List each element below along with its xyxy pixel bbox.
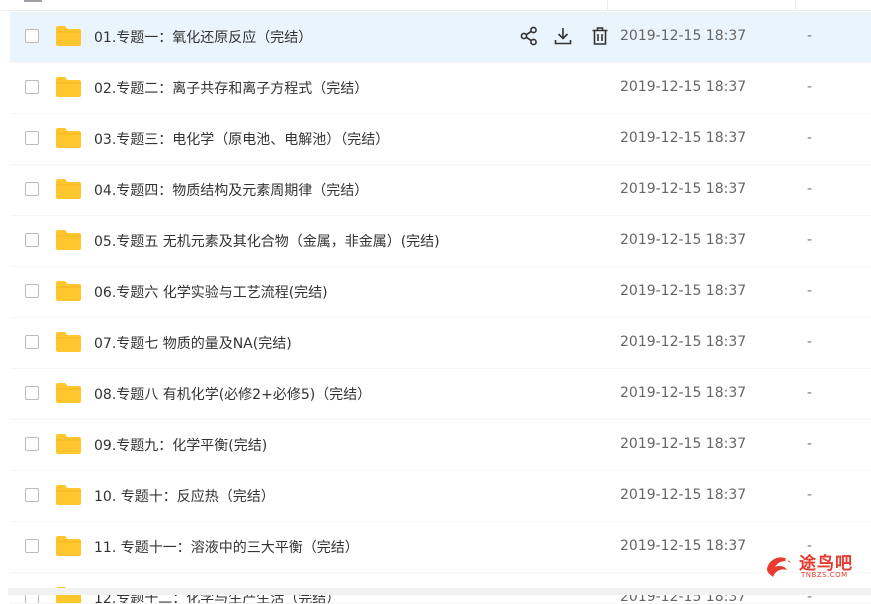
row-checkbox[interactable] [25, 386, 39, 400]
table-header-remnant [0, 0, 871, 11]
row-checkbox[interactable] [25, 437, 39, 451]
watermark-subtext: TNBZS.COM [801, 571, 848, 579]
file-row[interactable]: 02.专题二：离子共存和离子方程式（完结） 2019-12-15 18:37 - [10, 63, 871, 114]
folder-icon [55, 127, 82, 149]
file-name-link[interactable]: 09.专题九：化学平衡(完结) [94, 435, 267, 455]
file-size: - [807, 283, 813, 299]
file-row[interactable]: 09.专题九：化学平衡(完结) 2019-12-15 18:37 - [10, 420, 871, 471]
folder-icon [55, 331, 82, 353]
file-size: - [807, 334, 813, 350]
file-row[interactable]: 07.专题七 物质的量及NA(完结) 2019-12-15 18:37 - [10, 318, 871, 369]
horizontal-scrollbar[interactable] [8, 588, 871, 595]
row-checkbox[interactable] [25, 29, 39, 43]
modified-date: 2019-12-15 18:37 [620, 181, 747, 197]
column-divider [607, 0, 608, 10]
modified-date: 2019-12-15 18:37 [620, 130, 747, 146]
file-name-link[interactable]: 07.专题七 物质的量及NA(完结) [94, 333, 292, 353]
modified-date: 2019-12-15 18:37 [620, 538, 747, 554]
row-checkbox[interactable] [25, 335, 39, 349]
row-checkbox[interactable] [25, 131, 39, 145]
modified-date: 2019-12-15 18:37 [620, 79, 747, 95]
share-icon[interactable] [518, 25, 540, 47]
folder-icon [55, 25, 82, 47]
folder-icon [55, 229, 82, 251]
file-row[interactable]: 11. 专题十一：溶液中的三大平衡（完结） 2019-12-15 18:37- [10, 522, 871, 573]
file-name-link[interactable]: 03.专题三：电化学（原电池、电解池）（完结） [94, 129, 389, 149]
row-checkbox[interactable] [25, 80, 39, 94]
column-divider [795, 0, 796, 10]
row-actions [510, 25, 610, 49]
file-row[interactable]: 04.专题四：物质结构及元素周期律（完结） 2019-12-15 18:37 - [10, 165, 871, 216]
file-size: - [807, 181, 813, 197]
file-name-link[interactable]: 05.专题五 无机元素及其化合物（金属，非金属）(完结) [94, 231, 440, 251]
folder-icon [55, 433, 82, 455]
file-row[interactable]: 01.专题一：氧化还原反应（完结） 2019-12-15 18:37 - [10, 12, 871, 63]
file-name-link[interactable]: 01.专题一：氧化还原反应（完结） [94, 27, 312, 47]
folder-icon [55, 178, 82, 200]
header-checkbox-edge[interactable] [24, 0, 42, 2]
modified-date: 2019-12-15 18:37 [620, 28, 747, 44]
row-checkbox[interactable] [25, 539, 39, 553]
file-row[interactable]: 06.专题六 化学实验与工艺流程(完结) 2019-12-15 18:37 - [10, 267, 871, 318]
modified-date: 2019-12-15 18:37 [620, 487, 747, 503]
row-checkbox[interactable] [25, 233, 39, 247]
file-size: - [807, 232, 813, 248]
watermark-logo: 途鸟吧 TNBZS.COM [763, 549, 863, 585]
file-name-link[interactable]: 11. 专题十一：溶液中的三大平衡（完结） [94, 537, 359, 557]
file-row[interactable]: 10. 专题十：反应热（完结） 2019-12-15 18:37 - [10, 471, 871, 522]
download-icon[interactable] [552, 25, 574, 47]
folder-icon [55, 76, 82, 98]
file-size: - [807, 436, 813, 452]
file-size: - [807, 130, 813, 146]
file-row[interactable]: 08.专题八 有机化学(必修2+必修5)（完结） 2019-12-15 18:37… [10, 369, 871, 420]
modified-date: 2019-12-15 18:37 [620, 334, 747, 350]
file-name-link[interactable]: 10. 专题十：反应热（完结） [94, 486, 275, 506]
modified-date: 2019-12-15 18:37 [620, 436, 747, 452]
file-size: - [807, 79, 813, 95]
file-size: - [807, 487, 813, 503]
file-size: - [807, 385, 813, 401]
file-name-link[interactable]: 08.专题八 有机化学(必修2+必修5)（完结） [94, 384, 371, 404]
modified-date: 2019-12-15 18:37 [620, 232, 747, 248]
file-row[interactable]: 05.专题五 无机元素及其化合物（金属，非金属）(完结) 2019-12-15 1… [10, 216, 871, 267]
modified-date: 2019-12-15 18:37 [620, 385, 747, 401]
modified-date: 2019-12-15 18:37 [620, 283, 747, 299]
row-checkbox[interactable] [25, 284, 39, 298]
row-checkbox[interactable] [25, 182, 39, 196]
folder-icon [55, 484, 82, 506]
file-row[interactable]: 03.专题三：电化学（原电池、电解池）（完结） 2019-12-15 18:37 - [10, 114, 871, 165]
folder-icon [55, 382, 82, 404]
folder-icon [55, 535, 82, 557]
bird-logo-icon [767, 557, 791, 577]
delete-icon[interactable] [589, 25, 611, 47]
row-checkbox[interactable] [25, 488, 39, 502]
file-size: - [807, 28, 813, 44]
file-list: 01.专题一：氧化还原反应（完结） 2019-12-15 18:37-02.专题二… [10, 12, 871, 604]
file-name-link[interactable]: 02.专题二：离子共存和离子方程式（完结） [94, 78, 368, 98]
file-name-link[interactable]: 06.专题六 化学实验与工艺流程(完结) [94, 282, 328, 302]
folder-icon [55, 280, 82, 302]
file-name-link[interactable]: 04.专题四：物质结构及元素周期律（完结） [94, 180, 368, 200]
